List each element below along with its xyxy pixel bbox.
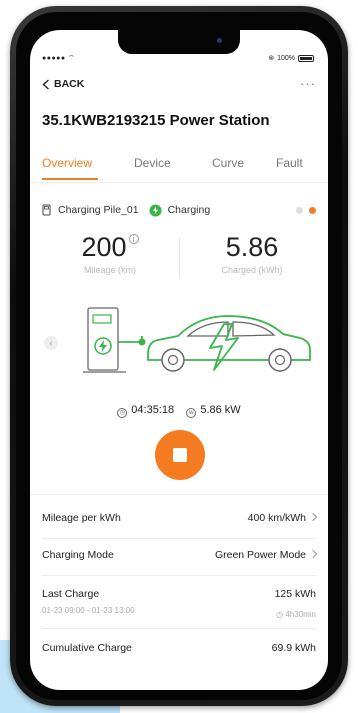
camera-icon <box>217 38 222 43</box>
mileage-number: 200 <box>81 232 127 262</box>
charging-pile-header: Charging Pile_01 Charging <box>42 202 316 218</box>
status-bar: ●●●●● ⌔ ⊛ 100% <box>30 52 328 66</box>
divider <box>42 538 316 539</box>
lock-rotation-icon: ⊛ <box>268 55 275 62</box>
last-charge-period: 01-23 09:00 - 01-23 13:00 <box>42 606 135 615</box>
back-button[interactable]: BACK <box>42 78 84 90</box>
power-icon: w <box>186 408 197 418</box>
pile-name: Charging Pile_01 <box>58 204 139 216</box>
charged-value: 5.86 <box>225 232 279 262</box>
chevron-right-icon <box>308 549 318 559</box>
charger-station-icon <box>83 307 126 373</box>
divider <box>42 628 316 629</box>
stop-charging-button[interactable] <box>155 430 205 480</box>
phone-notch <box>118 30 240 54</box>
nav-bar: BACK ··· <box>42 76 316 96</box>
page-dot-active[interactable] <box>309 206 316 214</box>
charging-illustration <box>83 307 311 373</box>
detail-row-charging-mode[interactable]: Charging Mode Green Power Mode <box>42 549 318 561</box>
battery-percent: 100% <box>277 54 295 62</box>
info-icon[interactable]: i <box>128 234 139 244</box>
detail-row-last-charge: Last Charge 01-23 09:00 - 01-23 13:00 12… <box>42 588 316 619</box>
charging-pile-icon <box>42 204 51 216</box>
tab-fault[interactable]: Fault <box>276 156 303 170</box>
detail-value: 400 km/kWh <box>247 512 306 524</box>
stats-divider <box>179 238 180 278</box>
charging-status-icon <box>149 204 162 216</box>
charging-power: 5.86 kW <box>200 404 241 416</box>
charged-stat: 5.86 Charged (kWh) <box>182 232 322 275</box>
timer-icon: ◷ <box>117 408 128 418</box>
detail-label: Charging Mode <box>42 549 114 561</box>
charging-cable <box>118 335 143 343</box>
more-options-button[interactable]: ··· <box>300 76 316 91</box>
last-charge-duration: 4h30min <box>285 610 316 619</box>
chevron-right-icon <box>308 512 318 522</box>
detail-label: Mileage per kWh <box>42 512 121 524</box>
charging-status: Charging <box>167 204 211 216</box>
wifi-icon: ⌔ <box>68 55 76 62</box>
app-screen: ●●●●● ⌔ ⊛ 100% BACK ··· 35.1KWB2193215 P… <box>30 30 328 690</box>
detail-row-cumulative-charge: Cumulative Charge 69.9 kWh <box>42 642 316 654</box>
more-icon: ··· <box>300 76 316 91</box>
mileage-stat: 200 i Mileage (km) <box>40 232 180 275</box>
divider <box>30 494 328 495</box>
detail-value-wrap: Green Power Mode <box>214 549 318 561</box>
detail-label: Cumulative Charge <box>42 642 132 654</box>
tab-curve[interactable]: Curve <box>212 156 244 170</box>
electric-car-icon <box>147 315 311 372</box>
detail-value: Green Power Mode <box>214 549 306 561</box>
stop-icon <box>173 448 187 462</box>
page-dot-inactive[interactable] <box>296 206 303 214</box>
charging-duration: 04:35:18 <box>131 404 175 416</box>
divider <box>30 182 328 183</box>
tab-bar: Overview Device Curve Fault <box>30 156 328 182</box>
back-label: BACK <box>54 78 85 90</box>
detail-value: 69.9 kWh <box>271 642 316 654</box>
detail-value-wrap: 400 km/kWh <box>247 512 318 524</box>
signal-indicator: ●●●●● ⌔ <box>42 54 75 63</box>
mileage-value: 200 i <box>40 232 180 263</box>
tab-overview[interactable]: Overview <box>42 156 92 170</box>
page-title: 35.1KWB2193215 Power Station <box>42 112 270 129</box>
charging-stats: 200 i Mileage (km) 5.86 Charged (kWh) <box>30 232 328 292</box>
plug-connector <box>138 338 146 346</box>
charged-label: Charged (kWh) <box>221 265 283 275</box>
detail-row-mileage-per-kwh[interactable]: Mileage per kWh 400 km/kWh <box>42 512 318 524</box>
last-charge-duration-wrap: ◷ 4h30min <box>276 610 316 619</box>
active-tab-indicator <box>42 178 98 180</box>
clock-icon: ◷ <box>276 610 286 619</box>
battery-area: ⊛ 100% <box>268 54 314 62</box>
signal-dots: ●●●●● <box>42 55 69 62</box>
tab-device[interactable]: Device <box>134 156 171 170</box>
detail-value: 125 kWh <box>274 588 316 600</box>
charging-session-info: ◷ 04:35:18 w 5.86 kW <box>30 404 328 418</box>
mileage-label: Mileage (km) <box>83 265 136 275</box>
battery-icon <box>298 54 314 62</box>
chevron-left-icon <box>42 78 49 90</box>
divider <box>42 575 316 576</box>
